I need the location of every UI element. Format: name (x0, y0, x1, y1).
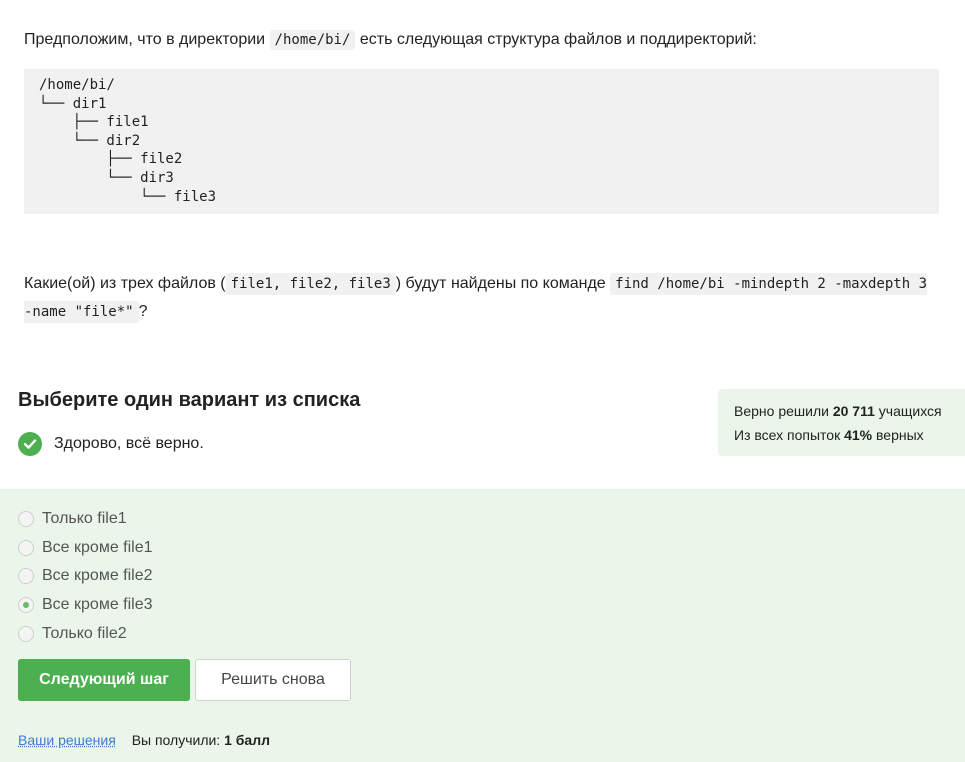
radio-button[interactable] (18, 511, 34, 528)
question-text-middle: ) будут найдены по команде (395, 275, 611, 292)
option-item[interactable]: Все кроме file1 (18, 534, 153, 563)
option-label: Только file1 (42, 510, 127, 528)
radio-button-checked[interactable] (18, 597, 34, 614)
tree-line: └── dir3 (39, 169, 174, 186)
option-label: Только file2 (42, 624, 127, 642)
stats-attempts-suffix: верных (872, 427, 924, 443)
radio-button[interactable] (18, 539, 34, 556)
tree-line: └── file3 (39, 188, 217, 205)
score-prefix: Вы получили: (131, 732, 225, 748)
intro-text: Предположим, что в директории /home/bi/ … (24, 28, 757, 52)
intro-text-before: Предположим, что в директории (24, 31, 270, 48)
question-text-before: Какие(ой) из трех файлов ( (24, 275, 226, 292)
choose-title: Выберите один вариант из списка (18, 389, 361, 411)
option-label: Все кроме file2 (42, 567, 153, 585)
dir-code: /home/bi/ (269, 30, 356, 50)
retry-button[interactable]: Решить снова (195, 659, 351, 701)
radio-button[interactable] (18, 568, 34, 585)
footer: Ваши решения Вы получили: 1 балл (18, 732, 270, 748)
stats-solved: Верно решили 20 711 учащихся (734, 399, 949, 423)
next-step-button[interactable]: Следующий шаг (18, 659, 190, 701)
option-item[interactable]: Только file2 (18, 619, 153, 648)
tree-line: └── dir2 (39, 132, 141, 149)
stats-solved-count: 20 711 (832, 403, 875, 419)
option-item[interactable]: Только file1 (18, 505, 153, 534)
tree-line: ├── file1 (39, 114, 149, 131)
stats-attempts-percent: 41% (844, 427, 873, 443)
option-item[interactable]: Все кроме file3 (18, 591, 153, 620)
your-solutions-link[interactable]: Ваши решения (18, 732, 116, 748)
question-text-after: ? (138, 303, 148, 320)
stats-solved-suffix: учащихся (874, 403, 942, 419)
question-text: Какие(ой) из трех файлов (file1, file2, … (24, 270, 939, 326)
tree-line: ├── file2 (39, 151, 183, 168)
directory-tree: /home/bi/ └── dir1 ├── file1 └── dir2 ├─… (24, 69, 939, 214)
intro-text-after: есть следующая структура файлов и поддир… (355, 31, 757, 48)
radio-button[interactable] (18, 625, 34, 642)
answer-area: Только file1 Все кроме file1 Все кроме f… (0, 489, 965, 762)
option-item[interactable]: Все кроме file2 (18, 562, 153, 591)
option-label: Все кроме file3 (42, 596, 153, 614)
files-code: file1, file2, file3 (225, 273, 396, 295)
options-list: Только file1 Все кроме file1 Все кроме f… (18, 505, 153, 648)
status-message: Здорово, всё верно. (18, 432, 204, 456)
stats-attempts-prefix: Из всех попыток (734, 427, 845, 443)
stats-attempts: Из всех попыток 41% верных (734, 423, 949, 447)
stats-box: Верно решили 20 711 учащихся Из всех поп… (718, 389, 965, 456)
tree-line: /home/bi/ (39, 77, 115, 93)
tree-line: └── dir1 (39, 95, 107, 112)
check-circle-icon (18, 432, 42, 456)
stats-solved-prefix: Верно решили (734, 403, 833, 419)
score-value: 1 балл (224, 732, 270, 748)
status-text: Здорово, всё верно. (54, 435, 204, 452)
option-label: Все кроме file1 (42, 538, 153, 556)
score-text: Вы получили: 1 балл (132, 732, 270, 748)
